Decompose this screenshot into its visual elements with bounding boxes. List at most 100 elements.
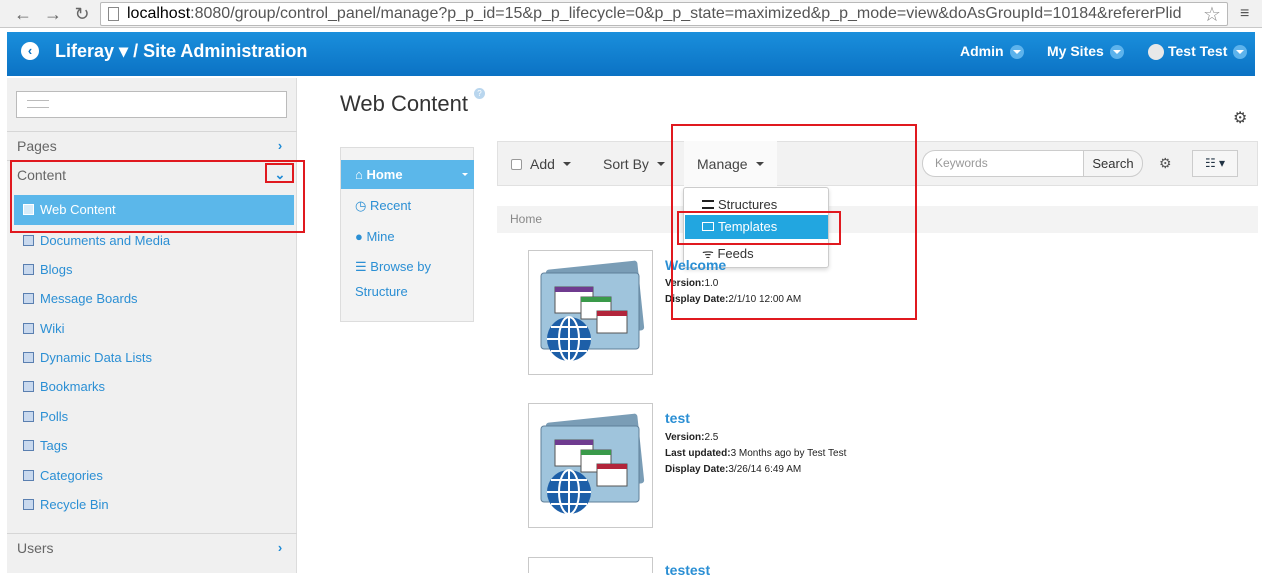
version-value: 2.5 <box>704 432 719 443</box>
back-arrow-icon[interactable]: ← <box>12 3 34 25</box>
article-title[interactable]: Welcome <box>665 257 726 273</box>
sidebar-section-pages[interactable]: Pages › <box>7 131 297 159</box>
structures-icon <box>702 200 714 209</box>
folder-mine-label: Mine <box>366 229 395 244</box>
url-path: :8080/group/control_panel/manage?p_p_id=… <box>190 5 1182 22</box>
article-thumbnail[interactable] <box>528 250 653 375</box>
sidebar-item-categories[interactable]: Categories <box>23 468 103 483</box>
sidebar-item-message-boards[interactable]: Message Boards <box>23 291 138 306</box>
search-button[interactable]: Search <box>1083 150 1143 177</box>
date-value: 2/1/10 12:00 AM <box>728 294 802 305</box>
article-title[interactable]: testest <box>665 562 710 578</box>
help-icon[interactable]: ? <box>474 88 485 99</box>
display-style-button[interactable]: ☷ ▾ <box>1192 150 1238 177</box>
sidebar-item-polls[interactable]: Polls <box>23 409 68 424</box>
documents-icon <box>23 235 34 246</box>
reload-icon[interactable]: ↻ <box>71 3 93 25</box>
sidebar-item-bookmarks[interactable]: Bookmarks <box>23 379 105 394</box>
manage-label: Manage <box>697 156 748 172</box>
settings-gear-icon[interactable]: ⚙ <box>1159 155 1172 172</box>
user-icon: ● <box>355 229 367 244</box>
folder-browse-by-structure[interactable]: ☰ Browse by <box>355 259 431 275</box>
sidebar-item-blogs[interactable]: Blogs <box>23 262 73 277</box>
sidebar-section-content[interactable]: Content ⌄ <box>7 160 297 188</box>
folder-recent[interactable]: ◷ Recent <box>355 198 411 214</box>
gear-icon[interactable]: ⚙ <box>1233 108 1247 128</box>
content-label: Content <box>17 167 67 183</box>
my-sites-menu[interactable]: My Sites <box>1047 43 1124 60</box>
pages-label: Pages <box>17 138 57 154</box>
forward-arrow-icon[interactable]: → <box>42 3 64 25</box>
sidebar-search-input[interactable] <box>16 91 287 118</box>
clock-icon: ◷ <box>355 198 370 213</box>
folder-home-label: Home <box>366 167 403 182</box>
web-content-icon <box>23 204 34 215</box>
version-value: 1.0 <box>704 278 719 289</box>
add-menu[interactable]: Add <box>511 156 571 172</box>
chevron-right-icon[interactable]: › <box>273 541 287 555</box>
select-all-checkbox[interactable] <box>511 159 522 170</box>
site-title[interactable]: Liferay ▾ / Site Administration <box>55 41 307 62</box>
menu-item-templates[interactable]: Templates <box>685 215 828 239</box>
chevron-down-icon[interactable]: ⌄ <box>273 168 287 182</box>
structures-label: Structures <box>718 197 778 212</box>
article-display-date: Display Date:3/26/14 6:49 AM <box>665 464 801 475</box>
message-boards-icon <box>23 293 34 304</box>
sidebar-item-label: Documents and Media <box>40 233 171 248</box>
address-bar[interactable]: localhost:8080/group/control_panel/manag… <box>100 2 1228 26</box>
browse-label-1: Browse by <box>370 259 431 274</box>
date-label: Display Date: <box>665 294 729 305</box>
sidebar-item-label: Message Boards <box>40 291 138 306</box>
user-name: Test Test <box>1168 43 1228 59</box>
folder-mine[interactable]: ● Mine <box>355 229 395 244</box>
add-label: Add <box>530 156 555 172</box>
users-label: Users <box>17 540 54 556</box>
list-view-icon: ☷ ▾ <box>1204 156 1226 170</box>
sidebar-section-users[interactable]: Users › <box>7 533 297 561</box>
bookmarks-icon <box>23 381 34 392</box>
sidebar-item-label: Tags <box>40 438 68 453</box>
sidebar-item-label: Wiki <box>40 321 65 336</box>
sort-by-menu[interactable]: Sort By <box>603 156 665 172</box>
sidebar-item-wiki[interactable]: Wiki <box>23 321 65 336</box>
sidebar-item-web-content[interactable]: Web Content <box>14 195 294 225</box>
avatar <box>1148 44 1164 61</box>
caret-down-icon <box>562 162 571 166</box>
article-last-updated: Last updated:3 Months ago by Test Test <box>665 448 846 459</box>
article-thumbnail[interactable] <box>528 403 653 528</box>
folder-navigation: ⌂ Home ◷ Recent ● Mine ☰ Browse by Struc… <box>340 147 474 322</box>
caret-down-icon <box>656 162 665 166</box>
bookmark-star-icon[interactable]: ☆ <box>1203 2 1221 27</box>
polls-icon <box>23 411 34 422</box>
chevron-right-icon[interactable]: › <box>273 139 287 153</box>
admin-label: Admin <box>960 43 1004 59</box>
menu-item-structures[interactable]: Structures <box>702 197 777 212</box>
browser-menu-icon[interactable]: ≡ <box>1240 5 1249 23</box>
back-circle-icon[interactable]: ‹ <box>21 42 39 60</box>
sidebar-item-label: Recycle Bin <box>40 497 109 512</box>
caret-down-icon <box>462 173 468 176</box>
caret-down-icon <box>755 162 764 166</box>
categories-icon <box>23 470 34 481</box>
keywords-input[interactable]: Keywords <box>922 150 1084 177</box>
chevron-down-icon <box>1009 45 1024 60</box>
admin-menu[interactable]: Admin <box>960 43 1024 60</box>
sidebar-item-dynamic-data-lists[interactable]: Dynamic Data Lists <box>23 350 152 365</box>
manage-menu[interactable]: Manage <box>697 156 764 172</box>
article-title[interactable]: test <box>665 410 690 426</box>
article-thumbnail[interactable] <box>528 557 653 573</box>
sidebar-item-tags[interactable]: Tags <box>23 438 67 453</box>
breadcrumb[interactable]: Home <box>497 206 1258 233</box>
user-menu[interactable]: Test Test <box>1148 43 1248 61</box>
chevron-down-icon <box>1233 45 1248 60</box>
article-display-date: Display Date:2/1/10 12:00 AM <box>665 294 801 305</box>
page-icon <box>108 7 119 21</box>
sidebar-item-documents-and-media[interactable]: Documents and Media <box>23 233 170 248</box>
folder-recent-label: Recent <box>369 198 412 213</box>
browse-label-2[interactable]: Structure <box>355 284 408 299</box>
folder-home[interactable]: ⌂ Home <box>341 160 474 189</box>
structure-icon: ☰ <box>355 259 371 274</box>
chevron-down-icon <box>1109 45 1124 60</box>
my-sites-label: My Sites <box>1047 43 1104 59</box>
sidebar-item-recycle-bin[interactable]: Recycle Bin <box>23 497 109 512</box>
